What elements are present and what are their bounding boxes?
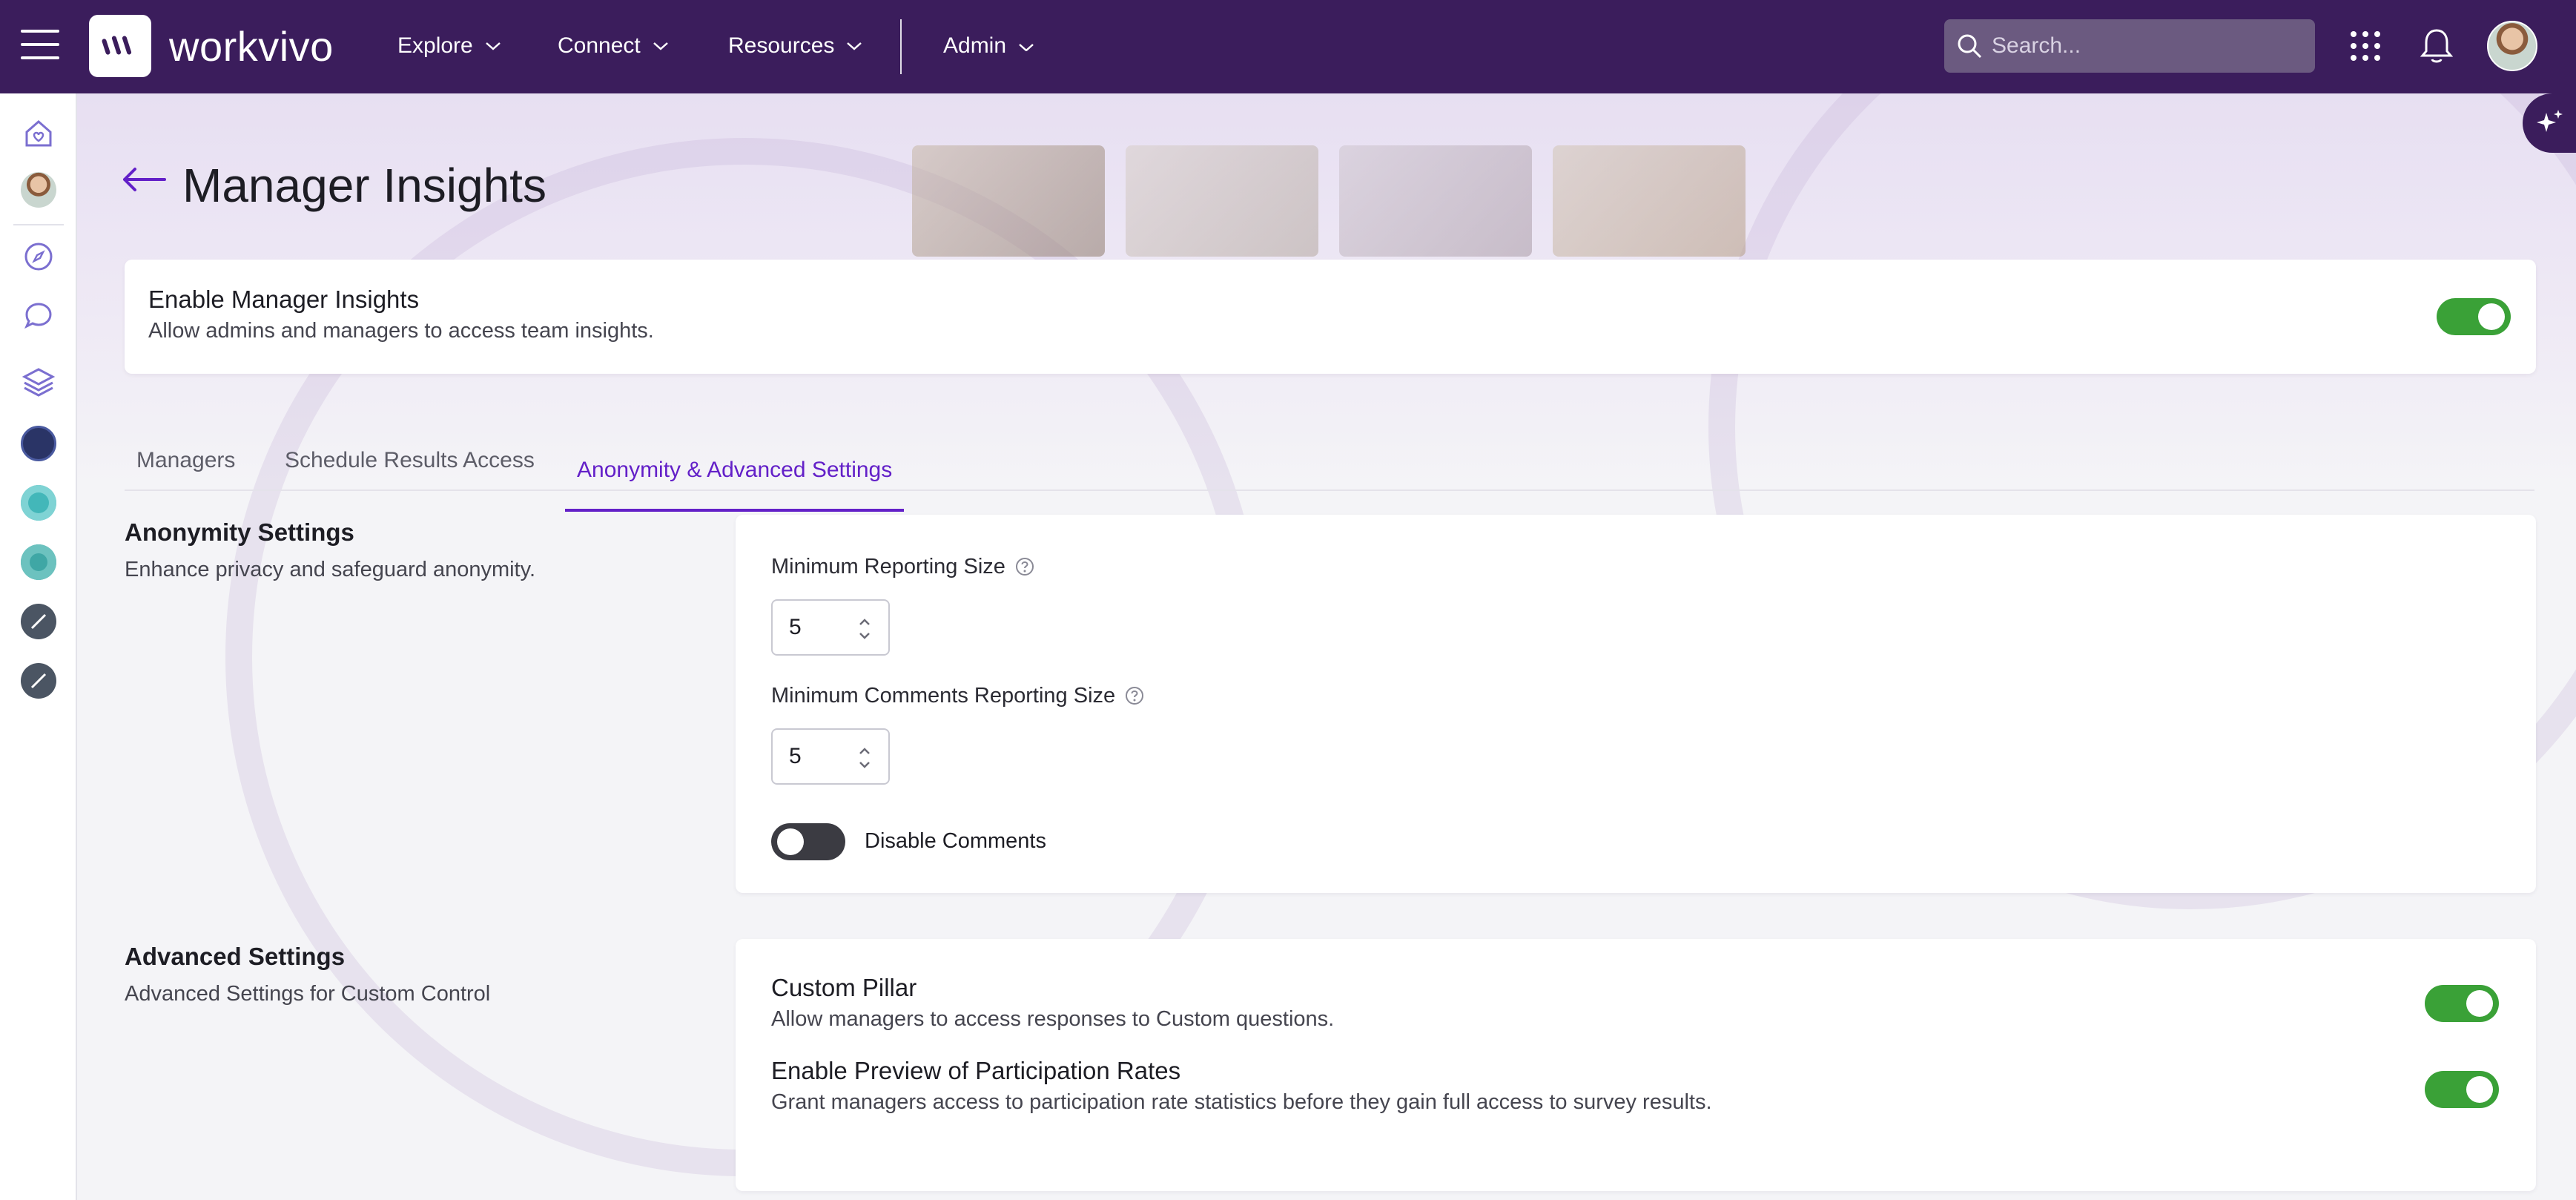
advanced-section-subtitle: Advanced Settings for Custom Control xyxy=(125,982,491,1006)
nav-admin-label: Admin xyxy=(943,33,1007,58)
brand-name[interactable]: workvivo xyxy=(169,21,334,73)
user-avatar[interactable] xyxy=(2487,21,2537,71)
ai-assistant-button[interactable] xyxy=(2523,93,2576,153)
home-icon[interactable] xyxy=(19,114,58,153)
min-comments-size-value: 5 xyxy=(789,744,802,768)
nav-resources-label: Resources xyxy=(728,33,835,58)
custom-pillar-title: Custom Pillar xyxy=(771,974,917,1001)
page-title: Manager Insights xyxy=(182,159,546,212)
stepper-arrows-icon[interactable] xyxy=(857,616,872,642)
left-sidebar xyxy=(0,93,77,1200)
nav-resources[interactable]: Resources xyxy=(728,31,862,61)
anonymity-section-subtitle: Enhance privacy and safeguard anonymity. xyxy=(125,558,536,581)
chat-bubble-icon[interactable] xyxy=(19,297,58,335)
tab-anonymity-advanced-settings[interactable]: Anonymity & Advanced Settings xyxy=(565,435,905,512)
space-icon-3[interactable] xyxy=(19,543,58,581)
nav-explore-label: Explore xyxy=(397,33,473,58)
help-circle-icon[interactable] xyxy=(1124,685,1145,706)
anonymity-settings-card: Minimum Reporting Size 5 Minimum Comment… xyxy=(736,515,2536,893)
nav-connect-label: Connect xyxy=(558,33,641,58)
nav-divider xyxy=(900,19,902,74)
hero-photo xyxy=(1126,145,1318,257)
search-icon xyxy=(1958,34,1982,59)
hero-photo xyxy=(912,145,1105,257)
space-icon-1[interactable] xyxy=(19,424,58,463)
min-reporting-size-label: Minimum Reporting Size xyxy=(771,552,1035,581)
help-circle-icon[interactable] xyxy=(1014,556,1035,577)
rail-divider xyxy=(13,224,64,225)
disable-comments-label: Disable Comments xyxy=(865,829,1046,853)
min-reporting-size-text: Minimum Reporting Size xyxy=(771,555,1005,578)
chevron-down-icon xyxy=(653,42,668,50)
min-comments-size-stepper[interactable]: 5 xyxy=(771,728,890,785)
min-comments-size-text: Minimum Comments Reporting Size xyxy=(771,684,1116,708)
disable-comments-toggle[interactable] xyxy=(771,823,845,860)
tool-icon-1[interactable] xyxy=(19,602,58,641)
workvivo-logo-icon[interactable] xyxy=(89,15,151,77)
main-content: Manager Insights Enable Manager Insights… xyxy=(77,93,2576,1200)
participation-rates-subtitle: Grant managers access to participation r… xyxy=(771,1090,1712,1114)
enable-manager-insights-card: Enable Manager Insights Allow admins and… xyxy=(125,260,2536,374)
hero-photo xyxy=(1339,145,1532,257)
tab-managers[interactable]: Managers xyxy=(125,412,247,512)
search-box[interactable] xyxy=(1944,19,2315,73)
explore-compass-icon[interactable] xyxy=(19,237,58,276)
layers-icon[interactable] xyxy=(19,362,58,400)
nav-connect[interactable]: Connect xyxy=(558,31,669,61)
custom-pillar-toggle[interactable] xyxy=(2425,985,2499,1022)
sparkle-icon xyxy=(2537,110,2563,132)
participation-rates-title: Enable Preview of Participation Rates xyxy=(771,1057,1181,1084)
advanced-section-title: Advanced Settings xyxy=(125,943,346,970)
tab-schedule-results-access[interactable]: Schedule Results Access xyxy=(273,412,546,512)
anonymity-section-title: Anonymity Settings xyxy=(125,518,354,546)
custom-pillar-subtitle: Allow managers to access responses to Cu… xyxy=(771,1007,1335,1031)
nav-explore[interactable]: Explore xyxy=(397,31,501,61)
participation-rates-toggle[interactable] xyxy=(2425,1071,2499,1108)
stepper-arrows-icon[interactable] xyxy=(857,745,872,771)
enable-manager-insights-toggle[interactable] xyxy=(2437,298,2511,335)
chevron-down-icon xyxy=(485,42,501,50)
apps-grid-icon[interactable] xyxy=(2340,21,2391,71)
notification-bell-icon[interactable] xyxy=(2411,21,2462,71)
hero-photo xyxy=(1553,145,1746,257)
min-comments-size-label: Minimum Comments Reporting Size xyxy=(771,681,1145,711)
nav-admin[interactable]: Admin xyxy=(943,31,1034,61)
menu-icon[interactable] xyxy=(21,30,59,62)
profile-avatar-icon[interactable] xyxy=(19,171,58,209)
top-navigation-bar: workvivo Explore Connect Resources Admin xyxy=(0,0,2576,93)
chevron-down-icon xyxy=(847,42,862,50)
advanced-settings-card: Custom Pillar Allow managers to access r… xyxy=(736,939,2536,1191)
enable-card-title: Enable Manager Insights xyxy=(148,286,420,313)
min-reporting-size-value: 5 xyxy=(789,615,802,639)
chevron-down-icon xyxy=(1019,44,1034,51)
tool-icon-2[interactable] xyxy=(19,662,58,700)
enable-card-subtitle: Allow admins and managers to access team… xyxy=(148,319,654,343)
search-input[interactable] xyxy=(1992,33,2303,59)
back-arrow-icon[interactable] xyxy=(120,165,168,198)
space-icon-2[interactable] xyxy=(19,484,58,522)
min-reporting-size-stepper[interactable]: 5 xyxy=(771,599,890,656)
